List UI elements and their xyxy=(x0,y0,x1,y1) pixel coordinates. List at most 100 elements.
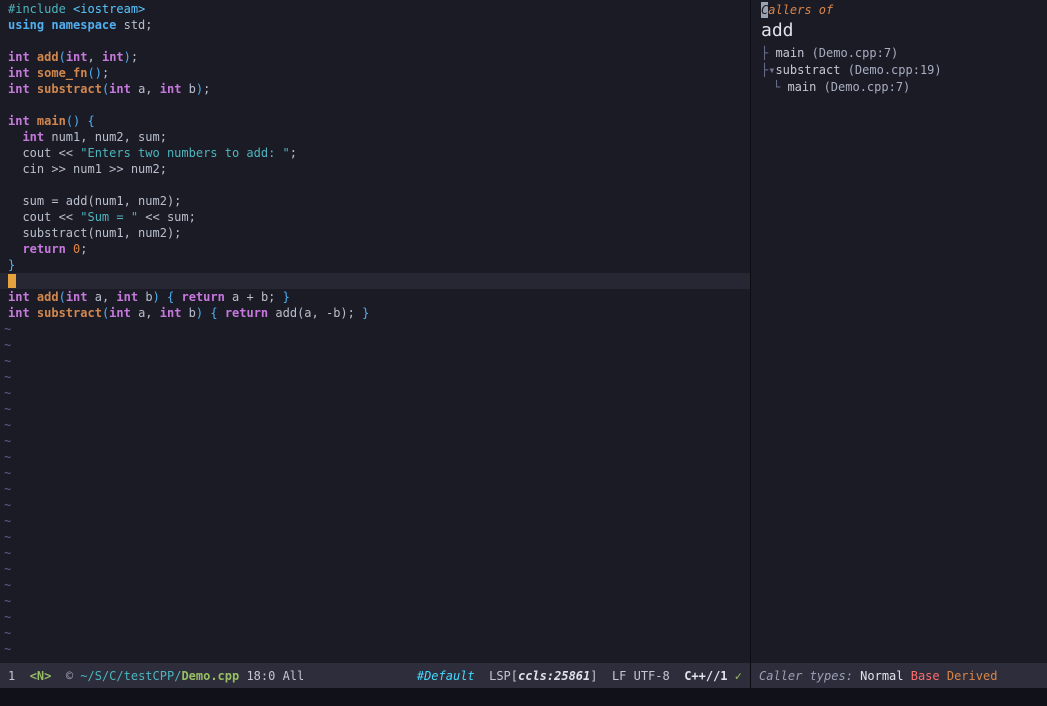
code-token: a + b; xyxy=(232,290,283,304)
code-line[interactable]: using namespace std; xyxy=(0,17,750,33)
code-line[interactable]: int some_fn(); xyxy=(0,65,750,81)
code-line[interactable]: return 0; xyxy=(0,241,750,257)
code-line[interactable]: int main() { xyxy=(0,113,750,129)
code-token: std; xyxy=(116,18,153,32)
code-line[interactable] xyxy=(0,273,750,289)
code-token: int xyxy=(65,50,88,64)
code-line[interactable]: cout << "Sum = " << sum; xyxy=(0,209,750,225)
code-token: <iostream> xyxy=(73,2,146,16)
code-line[interactable]: int add(int a, int b) { return a + b; } xyxy=(0,289,750,305)
code-token: int xyxy=(8,306,37,320)
code-token: some_fn xyxy=(36,66,88,80)
caller-tree-item[interactable]: ├ main (Demo.cpp:7) xyxy=(761,45,1047,62)
filler-line: ~ xyxy=(4,498,12,512)
code-token: num1, num2, sum; xyxy=(51,130,167,144)
caller-name: substract xyxy=(775,63,841,77)
code-token: } xyxy=(282,290,290,304)
caller-location: (Demo.cpp:7) xyxy=(816,80,911,94)
filler-line: ~ xyxy=(4,626,12,640)
cursor-position: 18:0 All xyxy=(239,668,305,683)
panel-title-text: allers of xyxy=(768,3,834,17)
code-token: return xyxy=(181,290,233,304)
panel-title: Callers of xyxy=(761,2,1047,18)
filler-line: ~ xyxy=(4,530,12,544)
code-line[interactable]: } xyxy=(0,257,750,273)
code-token: ) { xyxy=(195,306,225,320)
windows-row: #include <iostream> using namespace std; i… xyxy=(0,0,1047,663)
code-token: ; xyxy=(80,242,88,256)
caller-tree-item[interactable]: ├▾substract (Demo.cpp:19) xyxy=(761,62,1047,79)
code-token: add xyxy=(36,290,59,304)
tree-branch-icon: └ xyxy=(773,80,788,94)
code-token: ; xyxy=(289,146,297,160)
caller-type-base: Base xyxy=(910,668,947,683)
file-name: Demo.cpp xyxy=(181,668,240,683)
filler-line: ~ xyxy=(4,418,12,432)
code-token: add xyxy=(36,50,59,64)
code-token: int xyxy=(8,66,37,80)
encoding: LF UTF-8 xyxy=(611,668,685,683)
caller-types-label: Caller types: xyxy=(759,668,861,683)
code-line[interactable]: sum = add(num1, num2); xyxy=(0,193,750,209)
code-token: return xyxy=(224,306,276,320)
code-token: ; xyxy=(101,66,110,80)
code-token: ( xyxy=(58,290,66,304)
code-line[interactable]: cin >> num1 >> num2; xyxy=(0,161,750,177)
tree-branch-icon: ├ xyxy=(761,46,776,60)
caller-tree-item[interactable]: └ main (Demo.cpp:7) xyxy=(761,79,1047,96)
code-token: cout << xyxy=(8,210,81,224)
code-line[interactable] xyxy=(0,33,750,49)
code-line[interactable]: cout << "Enters two numbers to add: "; xyxy=(0,145,750,161)
code-token: () { xyxy=(65,114,95,128)
filler-line: ~ xyxy=(4,594,12,608)
code-line[interactable]: int substract(int a, int b); xyxy=(0,81,750,97)
buffer-number: 1 xyxy=(8,668,30,683)
vim-app: #include <iostream> using namespace std; i… xyxy=(0,0,1047,706)
code-line[interactable]: int add(int, int); xyxy=(0,49,750,65)
code-token: int xyxy=(8,82,37,96)
caller-name: main xyxy=(775,46,805,60)
code-token: ; xyxy=(130,50,139,64)
code-token: a, xyxy=(130,306,160,320)
code-line[interactable] xyxy=(0,97,750,113)
code-token: substract xyxy=(36,306,102,320)
lsp-server: ccls:25861 xyxy=(518,668,591,683)
code-token: } xyxy=(8,258,16,272)
filler-line: ~ xyxy=(4,386,12,400)
filler-line: ~ xyxy=(4,434,12,448)
filler-line: ~ xyxy=(4,450,12,464)
code-token: << sum; xyxy=(138,210,196,224)
callers-tree: ├ main (Demo.cpp:7) ├▾substract (Demo.cpp… xyxy=(761,45,1047,96)
code-token: #include xyxy=(8,2,74,16)
code-line[interactable]: int num1, num2, sum; xyxy=(0,129,750,145)
filler-line: ~ xyxy=(4,322,12,336)
code-token: int xyxy=(109,306,131,320)
code-token: int xyxy=(8,290,37,304)
code-token: main xyxy=(36,114,66,128)
code-token: int xyxy=(65,290,88,304)
code-token: b xyxy=(181,82,196,96)
lsp-label-close: ] xyxy=(590,668,612,683)
code-token: } xyxy=(362,306,370,320)
caller-type-normal: Normal xyxy=(860,668,911,683)
colorscheme: #Default xyxy=(416,668,475,683)
code-token: a, xyxy=(130,82,160,96)
check-icon: ✓ xyxy=(727,668,742,683)
filler-line: ~ xyxy=(4,610,12,624)
file-path: ~/S/C/testCPP/ xyxy=(80,668,182,683)
code-token: () xyxy=(87,66,102,80)
code-line[interactable]: substract(num1, num2); xyxy=(0,225,750,241)
code-token: b xyxy=(181,306,196,320)
filler-line: ~ xyxy=(4,482,12,496)
code-line[interactable]: int substract(int a, int b) { return add… xyxy=(0,305,750,321)
code-line[interactable] xyxy=(0,177,750,193)
code-line[interactable]: #include <iostream> xyxy=(0,1,750,17)
caller-location: (Demo.cpp:7) xyxy=(804,46,899,60)
code-token: ) { xyxy=(152,290,182,304)
file-icon: © xyxy=(51,668,81,683)
statusline-panel: Caller types: Normal Base Derived xyxy=(751,663,1047,688)
filler-line: ~ xyxy=(4,642,12,656)
code-token: , xyxy=(87,50,102,64)
caller-types-group: Caller types: Normal Base Derived xyxy=(759,669,997,683)
